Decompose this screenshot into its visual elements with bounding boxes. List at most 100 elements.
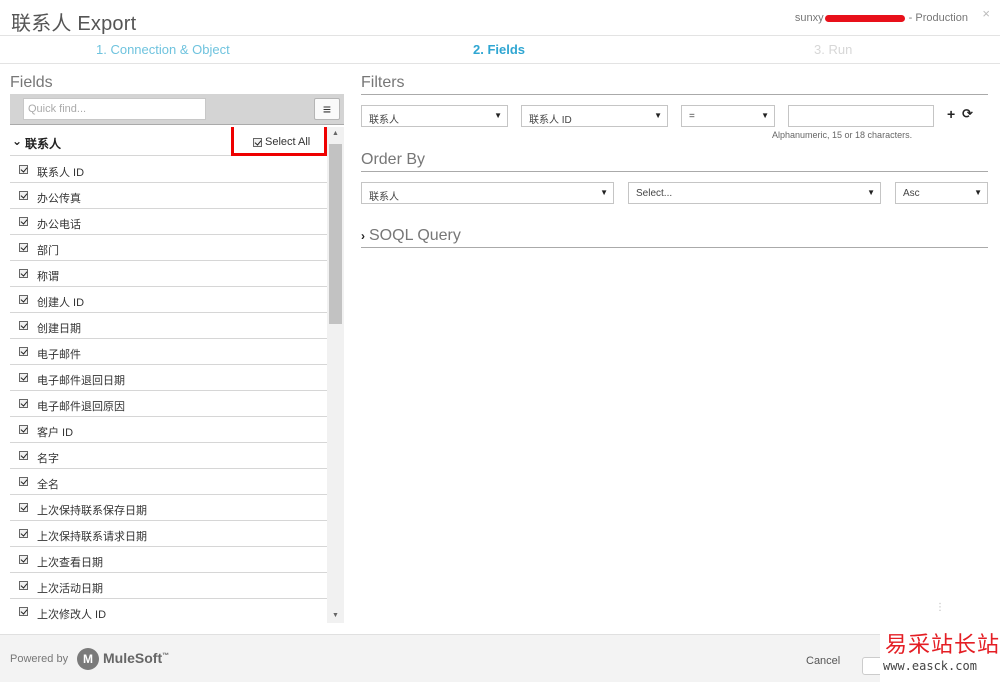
field-row[interactable]: 上次活动日期 — [10, 573, 327, 599]
order-object-select[interactable]: 联系人 ▼ — [361, 182, 614, 204]
order-direction-select[interactable]: Asc ▼ — [895, 182, 988, 204]
field-row[interactable]: 名字 — [10, 443, 327, 469]
mulesoft-brand: MuleSoft™ — [103, 650, 169, 666]
field-row[interactable]: 上次保持联系请求日期 — [10, 521, 327, 547]
chevron-down-icon[interactable]: ⌄ — [12, 134, 22, 148]
field-label: 电子邮件 — [37, 349, 81, 361]
field-label: 部门 — [37, 245, 59, 257]
field-row[interactable]: 上次查看日期 — [10, 547, 327, 573]
field-row[interactable]: 办公电话 — [10, 209, 327, 235]
select-all-checkbox[interactable]: Select All — [253, 136, 310, 148]
watermark-text: 易采站长站 — [885, 633, 1000, 658]
resize-grip-icon[interactable]: ⋮ — [935, 602, 945, 613]
field-checkbox[interactable] — [19, 165, 28, 174]
field-row[interactable]: 创建日期 — [10, 313, 327, 339]
step-connection-object[interactable]: 1. Connection & Object — [96, 42, 230, 57]
fields-toolbar: ≡ — [10, 94, 344, 125]
field-row[interactable]: 联系人 ID — [10, 157, 327, 183]
field-checkbox[interactable] — [19, 217, 28, 226]
soql-query-toggle[interactable]: › SOQL Query — [361, 227, 988, 248]
dropdown-caret-icon: ▼ — [600, 188, 608, 197]
field-row[interactable]: 上次保持联系保存日期 — [10, 495, 327, 521]
field-row[interactable]: 电子邮件退回日期 — [10, 365, 327, 391]
field-checkbox[interactable] — [19, 581, 28, 590]
order-direction-value: Asc — [903, 188, 920, 199]
field-label: 上次保持联系保存日期 — [37, 505, 147, 517]
field-checkbox[interactable] — [19, 477, 28, 486]
field-row[interactable]: 部门 — [10, 235, 327, 261]
group-label: 联系人 — [25, 137, 62, 151]
group-header[interactable]: ⌄ 联系人 Select All — [10, 127, 327, 156]
filter-field-select[interactable]: 联系人 ID ▼ — [521, 105, 668, 127]
field-label: 上次活动日期 — [37, 583, 103, 595]
field-label: 上次保持联系请求日期 — [37, 531, 147, 543]
watermark-url: www.easck.com — [883, 659, 977, 673]
field-checkbox[interactable] — [19, 373, 28, 382]
scroll-down-arrow-icon[interactable]: ▼ — [327, 609, 344, 623]
field-row[interactable]: 电子邮件退回原因 — [10, 391, 327, 417]
field-row[interactable]: 称谓 — [10, 261, 327, 287]
field-row[interactable]: 创建人 ID — [10, 287, 327, 313]
field-checkbox[interactable] — [19, 451, 28, 460]
filter-object-select[interactable]: 联系人 ▼ — [361, 105, 508, 127]
field-checkbox[interactable] — [19, 347, 28, 356]
field-checkbox[interactable] — [19, 191, 28, 200]
dropdown-caret-icon: ▼ — [974, 188, 982, 197]
filter-value-input[interactable] — [788, 105, 934, 127]
field-checkbox[interactable] — [19, 425, 28, 434]
field-checkbox[interactable] — [19, 607, 28, 616]
filter-operator-select[interactable]: = ▼ — [681, 105, 775, 127]
field-row[interactable]: 客户 ID — [10, 417, 327, 443]
brand-name: MuleSoft — [103, 650, 163, 666]
field-row[interactable]: 上次修改人 ID — [10, 599, 327, 623]
order-by-heading: Order By — [361, 151, 988, 172]
quick-find-input[interactable] — [23, 98, 206, 120]
field-label: 客户 ID — [37, 427, 74, 439]
wizard-steps: 1. Connection & Object 2. Fields 3. Run — [0, 36, 1000, 64]
dropdown-caret-icon: ▼ — [867, 188, 875, 197]
powered-by-label: Powered by — [10, 653, 69, 665]
field-label: 上次修改人 ID — [37, 609, 107, 621]
dropdown-caret-icon: ▼ — [494, 111, 502, 120]
field-checkbox[interactable] — [19, 399, 28, 408]
field-checkbox[interactable] — [19, 529, 28, 538]
checkbox-checked-icon[interactable] — [253, 137, 262, 147]
filter-field-value: 联系人 ID — [529, 115, 572, 126]
fields-heading: Fields — [10, 74, 53, 91]
chevron-right-icon[interactable]: › — [361, 229, 365, 243]
field-label: 办公电话 — [37, 219, 81, 231]
scroll-thumb[interactable] — [329, 144, 342, 324]
order-field-select[interactable]: Select... ▼ — [628, 182, 881, 204]
dropdown-caret-icon: ▼ — [761, 111, 769, 120]
field-row[interactable]: 全名 — [10, 469, 327, 495]
field-checkbox[interactable] — [19, 269, 28, 278]
field-row[interactable]: 电子邮件 — [10, 339, 327, 365]
field-label: 全名 — [37, 479, 59, 491]
filter-hint: Alphanumeric, 15 or 18 characters. — [772, 130, 913, 140]
soql-query-heading: SOQL Query — [369, 227, 461, 244]
step-fields[interactable]: 2. Fields — [473, 42, 525, 57]
fields-scrollbar[interactable]: ▲ ▼ — [327, 127, 344, 623]
window-title: 联系人 Export — [11, 13, 137, 35]
field-label: 电子邮件退回原因 — [37, 401, 125, 413]
dropdown-caret-icon: ▼ — [654, 111, 662, 120]
title-bar: 联系人 Export sunxy - Production × — [0, 0, 1000, 36]
redacted-username — [824, 14, 905, 22]
scroll-up-arrow-icon[interactable]: ▲ — [327, 127, 344, 141]
field-label: 创建人 ID — [37, 297, 85, 309]
field-row[interactable]: 办公传真 — [10, 183, 327, 209]
field-checkbox[interactable] — [19, 295, 28, 304]
watermark: 易采站长站 www.easck.com — [880, 622, 1000, 682]
field-label: 办公传真 — [37, 193, 81, 205]
field-checkbox[interactable] — [19, 555, 28, 564]
field-checkbox[interactable] — [19, 321, 28, 330]
field-label: 称谓 — [37, 271, 59, 283]
menu-icon[interactable]: ≡ — [314, 98, 340, 120]
filter-object-value: 联系人 — [369, 115, 399, 126]
field-checkbox[interactable] — [19, 243, 28, 252]
field-checkbox[interactable] — [19, 503, 28, 512]
cancel-button[interactable]: Cancel — [806, 655, 840, 667]
refresh-icon[interactable]: ⟳ — [962, 106, 973, 122]
close-icon[interactable]: × — [982, 6, 990, 21]
add-filter-icon[interactable]: + — [947, 106, 955, 122]
